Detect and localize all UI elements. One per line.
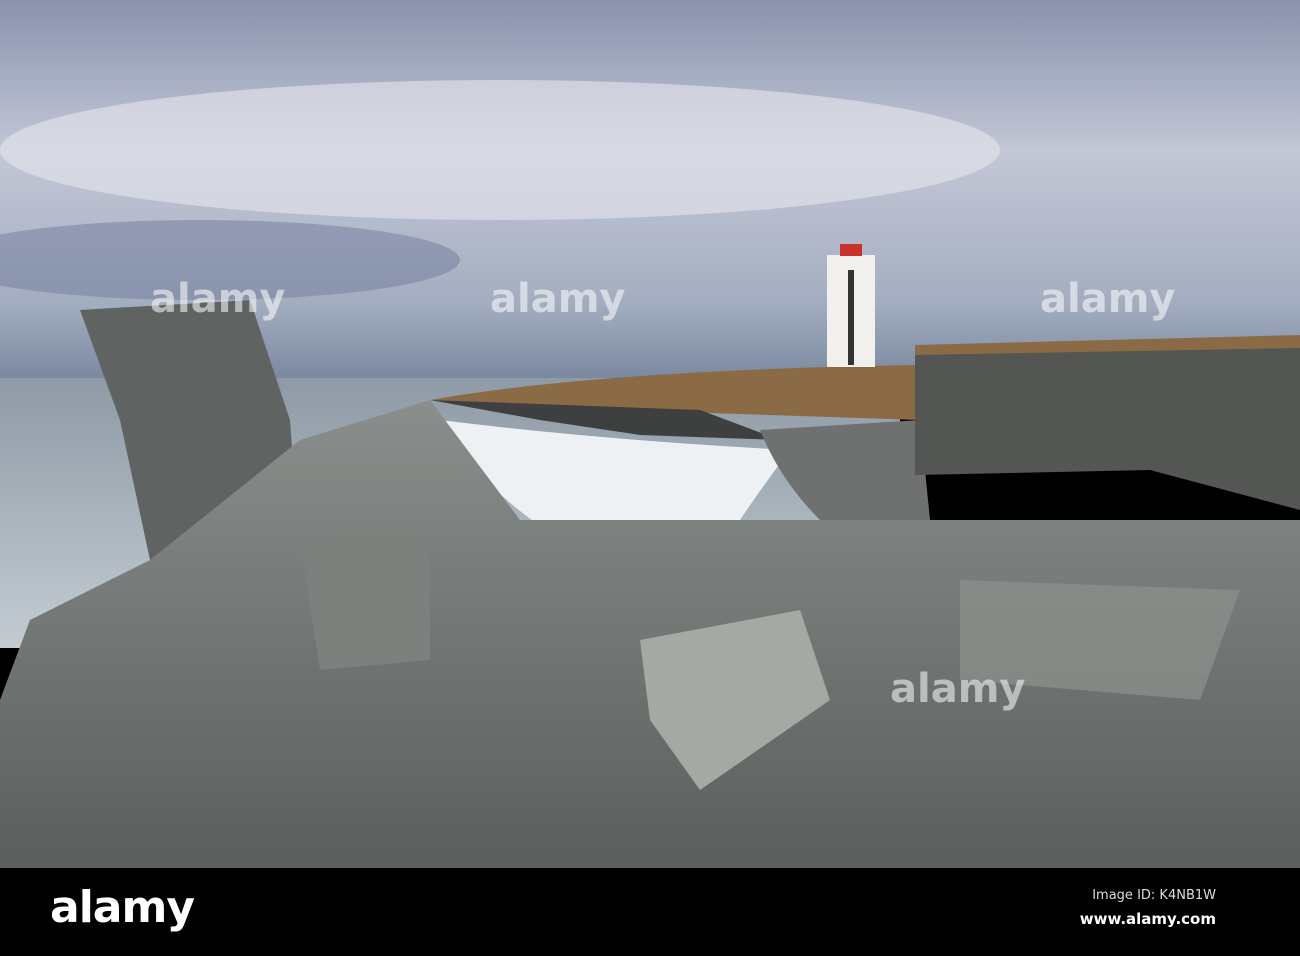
- watermark: alamy: [490, 276, 626, 322]
- stock-photo: alamy alamy alamy alamy alamy Image ID: …: [0, 0, 1300, 956]
- watermark: alamy: [1040, 276, 1176, 322]
- cliff-right: [915, 340, 1300, 510]
- footer-bar: alamy Image ID: K4NB1W www.alamy.com: [0, 868, 1300, 956]
- site-url: www.alamy.com: [1079, 910, 1216, 928]
- watermark: alamy: [150, 276, 286, 322]
- lighthouse: [827, 244, 875, 367]
- image-id: Image ID: K4NB1W: [1092, 888, 1216, 903]
- lighthouse-coast-photo: [0, 0, 1300, 868]
- alamy-logo: alamy: [50, 882, 195, 933]
- watermark: alamy: [890, 666, 1026, 712]
